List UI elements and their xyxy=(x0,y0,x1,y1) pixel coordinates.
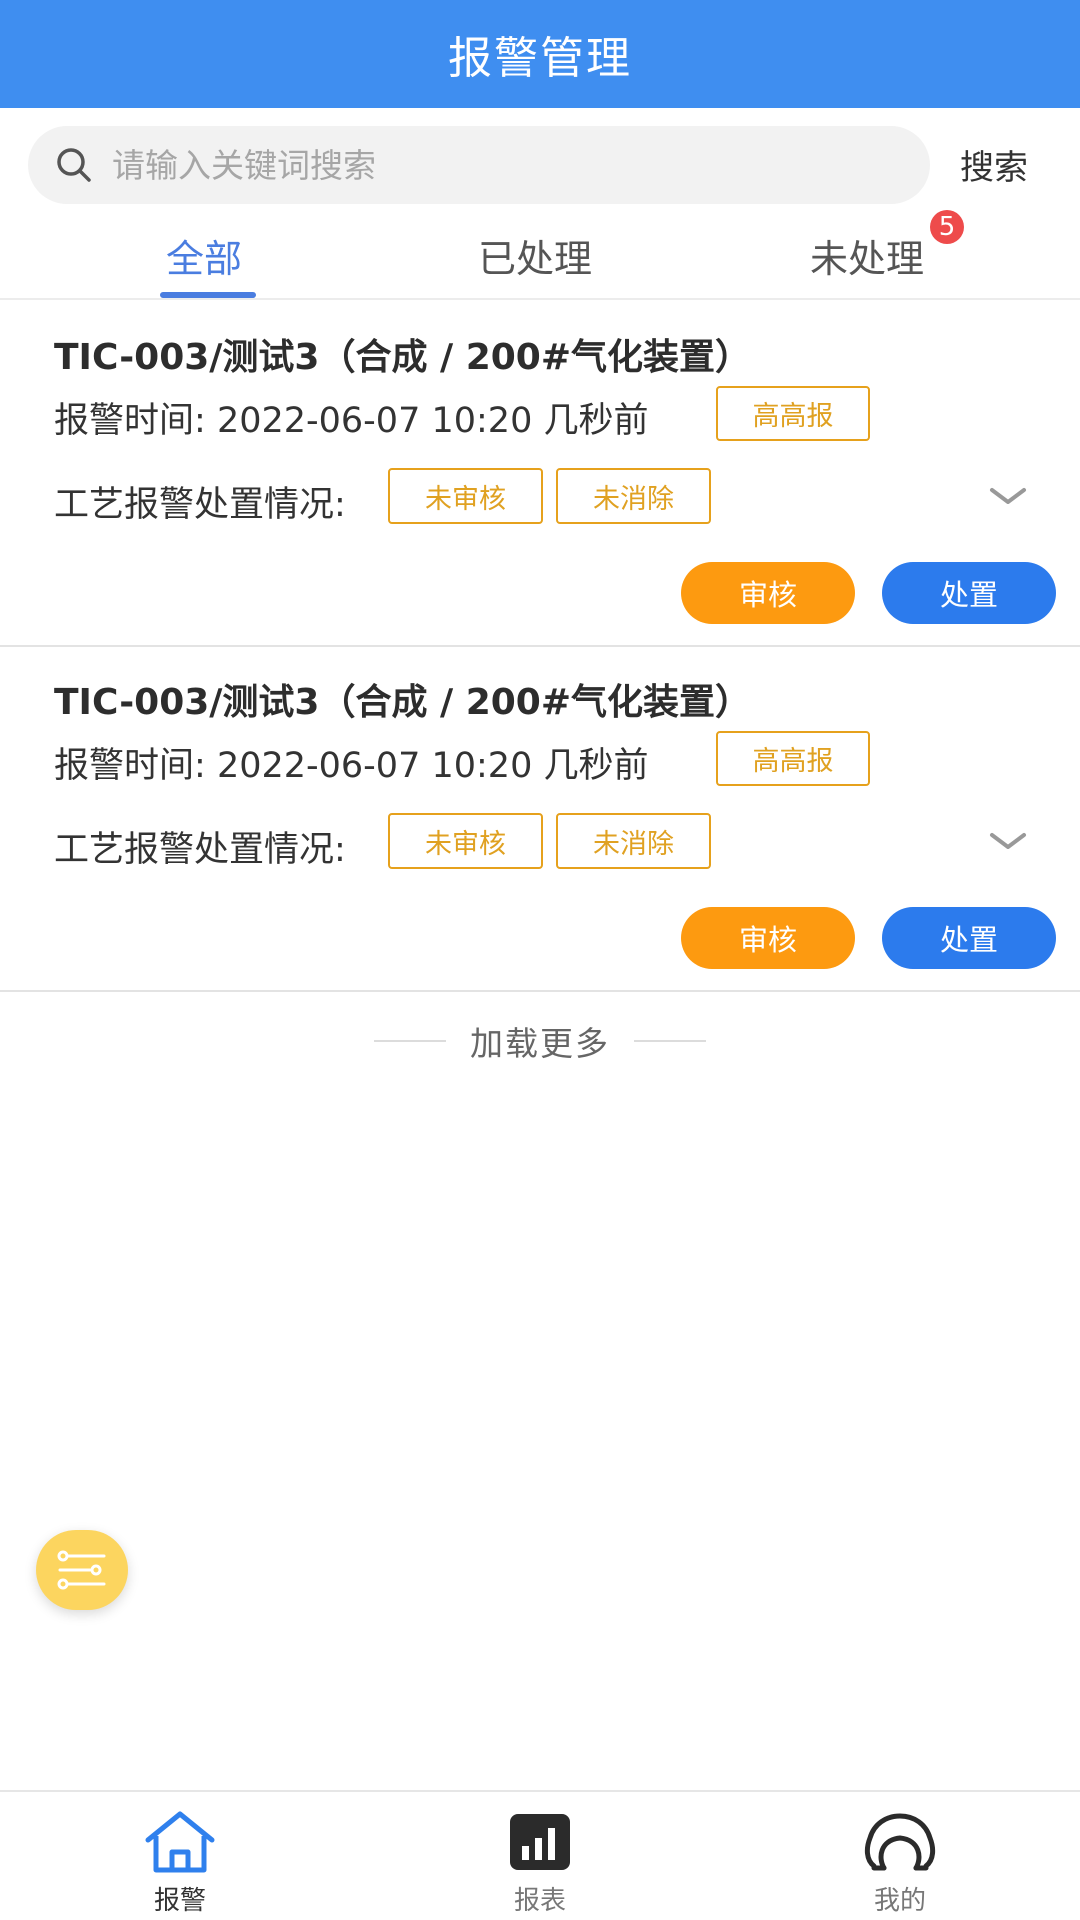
alarm-relative-time: 几秒前 xyxy=(543,401,649,441)
bottom-tab-bar: 报警 报表 我的 xyxy=(0,1790,1080,1920)
alarm-title: TIC-003/测试3（合成 / 200#气化装置） xyxy=(54,337,752,378)
review-button[interactable]: 审核 xyxy=(681,562,855,624)
bar-chart-icon xyxy=(510,1814,570,1870)
load-more[interactable]: 加载更多 xyxy=(0,1018,1080,1064)
tab-processed[interactable]: 已处理 xyxy=(478,228,592,283)
alarm-status-label: 工艺报警处置情况: xyxy=(54,485,346,525)
review-status-tag: 未审核 xyxy=(388,468,543,524)
filter-tabs: 全部 已处理 未处理 5 xyxy=(0,210,1080,300)
tabbar-label-alarm: 报警 xyxy=(153,1886,206,1916)
alarm-status-label: 工艺报警处置情况: xyxy=(54,830,346,870)
tabbar-item-alarm[interactable]: 报警 xyxy=(120,1810,240,1917)
alarm-level-tag: 高高报 xyxy=(716,731,870,786)
clear-status-tag: 未消除 xyxy=(556,813,711,869)
alarm-time-row: 报警时间: 2022-06-07 10:20 几秒前 xyxy=(54,737,649,788)
alarm-card: TIC-003/测试3（合成 / 200#气化装置） 报警时间: 2022-06… xyxy=(0,302,1080,647)
alarm-card: TIC-003/测试3（合成 / 200#气化装置） 报警时间: 2022-06… xyxy=(0,647,1080,992)
alarm-time-label: 报警时间: xyxy=(54,746,206,786)
tabbar-item-report[interactable]: 报表 xyxy=(480,1810,600,1917)
handle-button[interactable]: 处置 xyxy=(882,562,1056,624)
tabbar-label-report: 报表 xyxy=(513,1886,566,1916)
tab-unprocessed[interactable]: 未处理 xyxy=(810,228,924,283)
search-input[interactable] xyxy=(112,145,872,185)
alarm-time-value: 2022-06-07 10:20 xyxy=(216,401,533,441)
alarm-level-tag: 高高报 xyxy=(716,386,870,441)
tab-all[interactable]: 全部 xyxy=(166,228,242,283)
chevron-down-icon[interactable] xyxy=(988,827,1028,855)
search-box[interactable] xyxy=(28,126,930,204)
active-tab-indicator xyxy=(160,292,256,298)
user-icon xyxy=(864,1813,936,1871)
handle-button[interactable]: 处置 xyxy=(882,907,1056,969)
filter-fab-button[interactable] xyxy=(36,1530,128,1610)
review-button[interactable]: 审核 xyxy=(681,907,855,969)
alarm-relative-time: 几秒前 xyxy=(543,746,649,786)
search-icon xyxy=(57,148,91,182)
tabbar-item-mine[interactable]: 我的 xyxy=(840,1810,960,1917)
alarm-time-label: 报警时间: xyxy=(54,401,206,441)
unprocessed-count-badge: 5 xyxy=(930,210,964,244)
search-bar: 搜索 xyxy=(0,126,1080,204)
divider-line xyxy=(634,1040,706,1042)
home-icon xyxy=(145,1811,215,1873)
tabbar-label-mine: 我的 xyxy=(873,1886,926,1916)
review-status-tag: 未审核 xyxy=(388,813,543,869)
alarm-time-row: 报警时间: 2022-06-07 10:20 几秒前 xyxy=(54,392,649,443)
chevron-down-icon[interactable] xyxy=(988,482,1028,510)
divider-line xyxy=(374,1040,446,1042)
alarm-title: TIC-003/测试3（合成 / 200#气化装置） xyxy=(54,682,752,723)
load-more-label: 加载更多 xyxy=(470,1024,610,1063)
search-button[interactable]: 搜索 xyxy=(960,140,1028,189)
app-header: 报警管理 xyxy=(0,0,1080,108)
sliders-icon xyxy=(57,1550,106,1590)
page-title: 报警管理 xyxy=(448,33,632,84)
alarm-time-value: 2022-06-07 10:20 xyxy=(216,746,533,786)
clear-status-tag: 未消除 xyxy=(556,468,711,524)
